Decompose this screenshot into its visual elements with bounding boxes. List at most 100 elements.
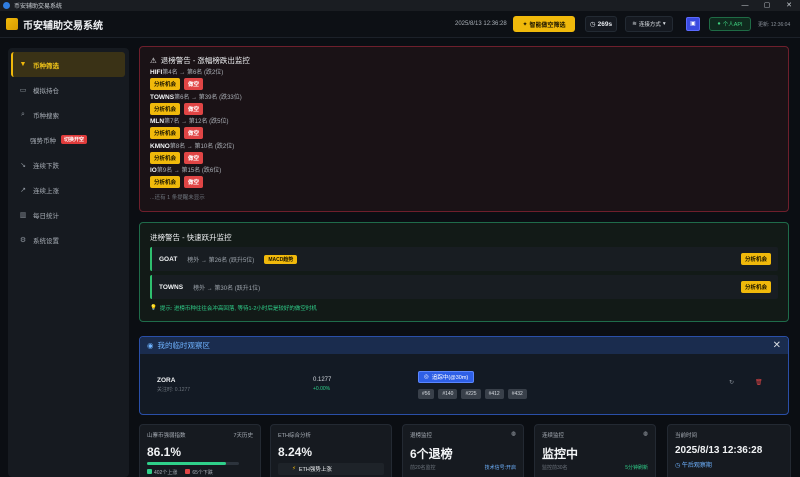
smart-short-filter-button[interactable]: ✦ 智能做空筛选 — [513, 16, 575, 32]
rise-warning-title: 进榜警告 - 快速跃升监控 — [150, 233, 232, 242]
switch-short-badge[interactable]: 切换开空 — [61, 135, 88, 144]
watch-change: +0.00% — [313, 386, 331, 392]
sidebar-item-continuous-up[interactable]: ↗ 连续上涨 — [8, 177, 129, 202]
sidebar-item-label: 模拟持仓 — [33, 87, 59, 95]
watch-price: 0.1277 — [313, 377, 332, 383]
more-alerts-note: ...还有 1 条提醒未显示 — [150, 194, 205, 201]
drop-item: MLN第7名 → 第12名 (跌5位) 分析机会 做空 — [150, 118, 778, 143]
drop-detail: 第7名 → 第12名 (跌5位) — [164, 119, 229, 125]
trend-up-icon: ↗ — [20, 186, 26, 194]
rank-tag: #140 — [438, 389, 458, 399]
drop-detail: 第8名 → 第10名 (跌2位) — [169, 143, 235, 150]
analyze-button[interactable]: 分析机会 — [150, 127, 181, 139]
drop-symbol: KMNO — [150, 142, 170, 150]
timer-value: 269s — [597, 20, 613, 28]
window-titlebar: 币安辅助交易系统 — ▢ ✕ — [0, 0, 800, 11]
drop-item: IO第9名 → 第15名 (跌6位) 分析机会 做空 — [150, 167, 778, 192]
short-button[interactable]: 做空 — [184, 127, 204, 139]
analyze-button[interactable]: 分析机会 — [150, 176, 181, 188]
analyze-button[interactable]: 分析机会 — [150, 151, 181, 164]
rank-tag: #56 — [418, 389, 435, 399]
card-sub-right: 技术信号:开启 — [484, 465, 516, 471]
rise-symbol: TOWNS — [159, 283, 184, 291]
up-down-legend: 402个上涨 65个下跌 — [147, 469, 253, 476]
drop-actions: 分析机会 做空 — [150, 102, 778, 115]
period-label: ◷ 午后观察期 — [675, 463, 712, 469]
sidebar-item-strong-coins[interactable]: 强势币种 切换开空 — [8, 127, 129, 152]
sidebar-item-label: 连续下跌 — [33, 162, 59, 170]
card-value: 86.1% — [147, 445, 182, 459]
history-link[interactable]: 7天历史 — [233, 431, 253, 439]
sidebar-item-coin-filter[interactable]: ▼ 币种筛选 — [11, 52, 125, 77]
down-count: 65个下跌 — [185, 469, 213, 476]
drop-item: KMNO第8名 → 第10名 (跌2位) 分析机会 做空 — [150, 143, 778, 168]
short-button[interactable]: 做空 — [184, 151, 204, 164]
gear-icon: ⚙ — [19, 236, 27, 244]
drop-warning-title: ⚠ 退榜警告 - 涨幅榜跌出监控 — [150, 55, 778, 66]
card-title: 山寨币强弱指数 — [147, 433, 186, 439]
card-value: 6个退榜 — [410, 447, 453, 461]
tracking-button[interactable]: ◎ 追踪中(@30m) — [418, 371, 475, 383]
clock-icon: ◷ — [589, 21, 596, 28]
rise-symbol: GOAT — [159, 255, 178, 263]
close-icon[interactable]: ✕ — [773, 340, 781, 351]
square-action-button[interactable]: ▣ — [686, 17, 700, 31]
watch-row: ZORA 关注时: 0.1277 0.1277 +0.00% ◎ 追踪中(@30… — [140, 354, 788, 416]
analyze-button[interactable]: 分析机会 — [150, 102, 181, 115]
filter-icon: ▼ — [19, 61, 27, 68]
short-button[interactable]: 做空 — [184, 78, 204, 90]
drop-line: TOWNS第6名 → 第39名 (跌33位) — [150, 94, 778, 102]
minimize-button[interactable]: — — [734, 0, 756, 11]
rank-tag: #412 — [484, 389, 504, 399]
smart-short-filter-label: 智能做空筛选 — [529, 22, 566, 29]
refresh-icon[interactable]: ↻ — [729, 379, 734, 386]
connection-dropdown[interactable]: ≋ 连接方式 ▾ — [625, 16, 673, 32]
sidebar-item-label: 系统设置 — [33, 237, 59, 245]
watch-tags: #56 #140 #225 #412 #432 — [418, 389, 527, 399]
wifi-icon: ≋ — [632, 21, 637, 27]
close-window-button[interactable]: ✕ — [778, 0, 800, 11]
sidebar-item-settings[interactable]: ⚙ 系统设置 — [8, 227, 129, 252]
drop-actions: 分析机会 做空 — [150, 127, 778, 139]
altcoin-strength-card: 山寨币强弱指数 7天历史 86.1% 402个上涨 65个下跌 — [139, 424, 261, 477]
sidebar-item-label: 每日统计 — [33, 212, 59, 220]
drop-line: IO第9名 → 第15名 (跌6位) — [150, 167, 778, 175]
analyze-button[interactable]: 分析机会 — [740, 253, 771, 265]
wallet-icon: ▭ — [19, 86, 27, 94]
short-button[interactable]: 做空 — [184, 176, 204, 188]
current-time-card: 当前时间 2025/8/13 12:36:28 ◷ 午后观察期 — [667, 424, 791, 477]
drop-symbol: MLN — [150, 118, 165, 125]
sidebar-item-continuous-down[interactable]: ↘ 连续下跌 — [8, 152, 129, 177]
refresh-timer[interactable]: ◷ 269s — [585, 16, 617, 32]
tracking-label: 追踪中(@30m) — [431, 375, 469, 381]
analyze-button[interactable]: 分析机会 — [150, 78, 181, 90]
sidebar-item-sim-position[interactable]: ▭ 模拟持仓 — [8, 77, 129, 102]
maximize-button[interactable]: ▢ — [756, 0, 778, 11]
drop-detail: 第6名 → 第39名 (跌33位) — [174, 94, 242, 101]
trash-icon[interactable]: 🗑 — [755, 379, 763, 386]
watch-title: 我的临时观察区 — [157, 341, 211, 350]
analyze-button[interactable]: 分析机会 — [740, 281, 771, 293]
settings-dot-icon[interactable]: ◍ — [511, 431, 516, 439]
rise-row: GOAT 榜外 → 第26名 (跃升5位) MACD趋势 分析机会 — [150, 247, 778, 271]
sidebar-item-daily-stats[interactable]: ▥ 每日统计 — [8, 202, 129, 227]
drop-item: HIFI第4名 → 第6名 (跌2位) 分析机会 做空 — [150, 69, 778, 94]
watch-header: ◉ 我的临时观察区 ✕ — [140, 337, 788, 354]
user-icon: ● — [717, 21, 721, 27]
strength-progress-fill — [147, 462, 227, 465]
personal-api-button[interactable]: ● 个人API — [709, 17, 751, 31]
settings-dot-icon[interactable]: ◍ — [643, 431, 648, 439]
strength-progress — [147, 462, 239, 465]
eth-analysis-card: ETH综合分析 8.24% ⚡ ETH强势上涨 — [270, 424, 392, 477]
short-button[interactable]: 做空 — [184, 102, 204, 115]
macd-trend-badge: MACD趋势 — [264, 254, 298, 264]
sidebar-item-coin-search[interactable]: ⌕ 币种搜索 — [8, 102, 129, 127]
grid-icon: ▣ — [690, 21, 696, 27]
watch-panel: ◉ 我的临时观察区 ✕ ZORA 关注时: 0.1277 0.1277 +0.0… — [139, 336, 789, 415]
window-title: 币安辅助交易系统 — [14, 4, 63, 10]
drop-detail: 第9名 → 第15名 (跌6位) — [156, 168, 222, 174]
sidebar-item-label: 币种搜索 — [33, 112, 59, 120]
bolt-icon: ⚡ — [292, 466, 296, 472]
connection-label: 连接方式 — [638, 22, 661, 28]
rise-hint: 💡 提示: 进榜币种往往会冲高回落, 等待1-2小时后是较好的做空时机 — [150, 304, 778, 312]
